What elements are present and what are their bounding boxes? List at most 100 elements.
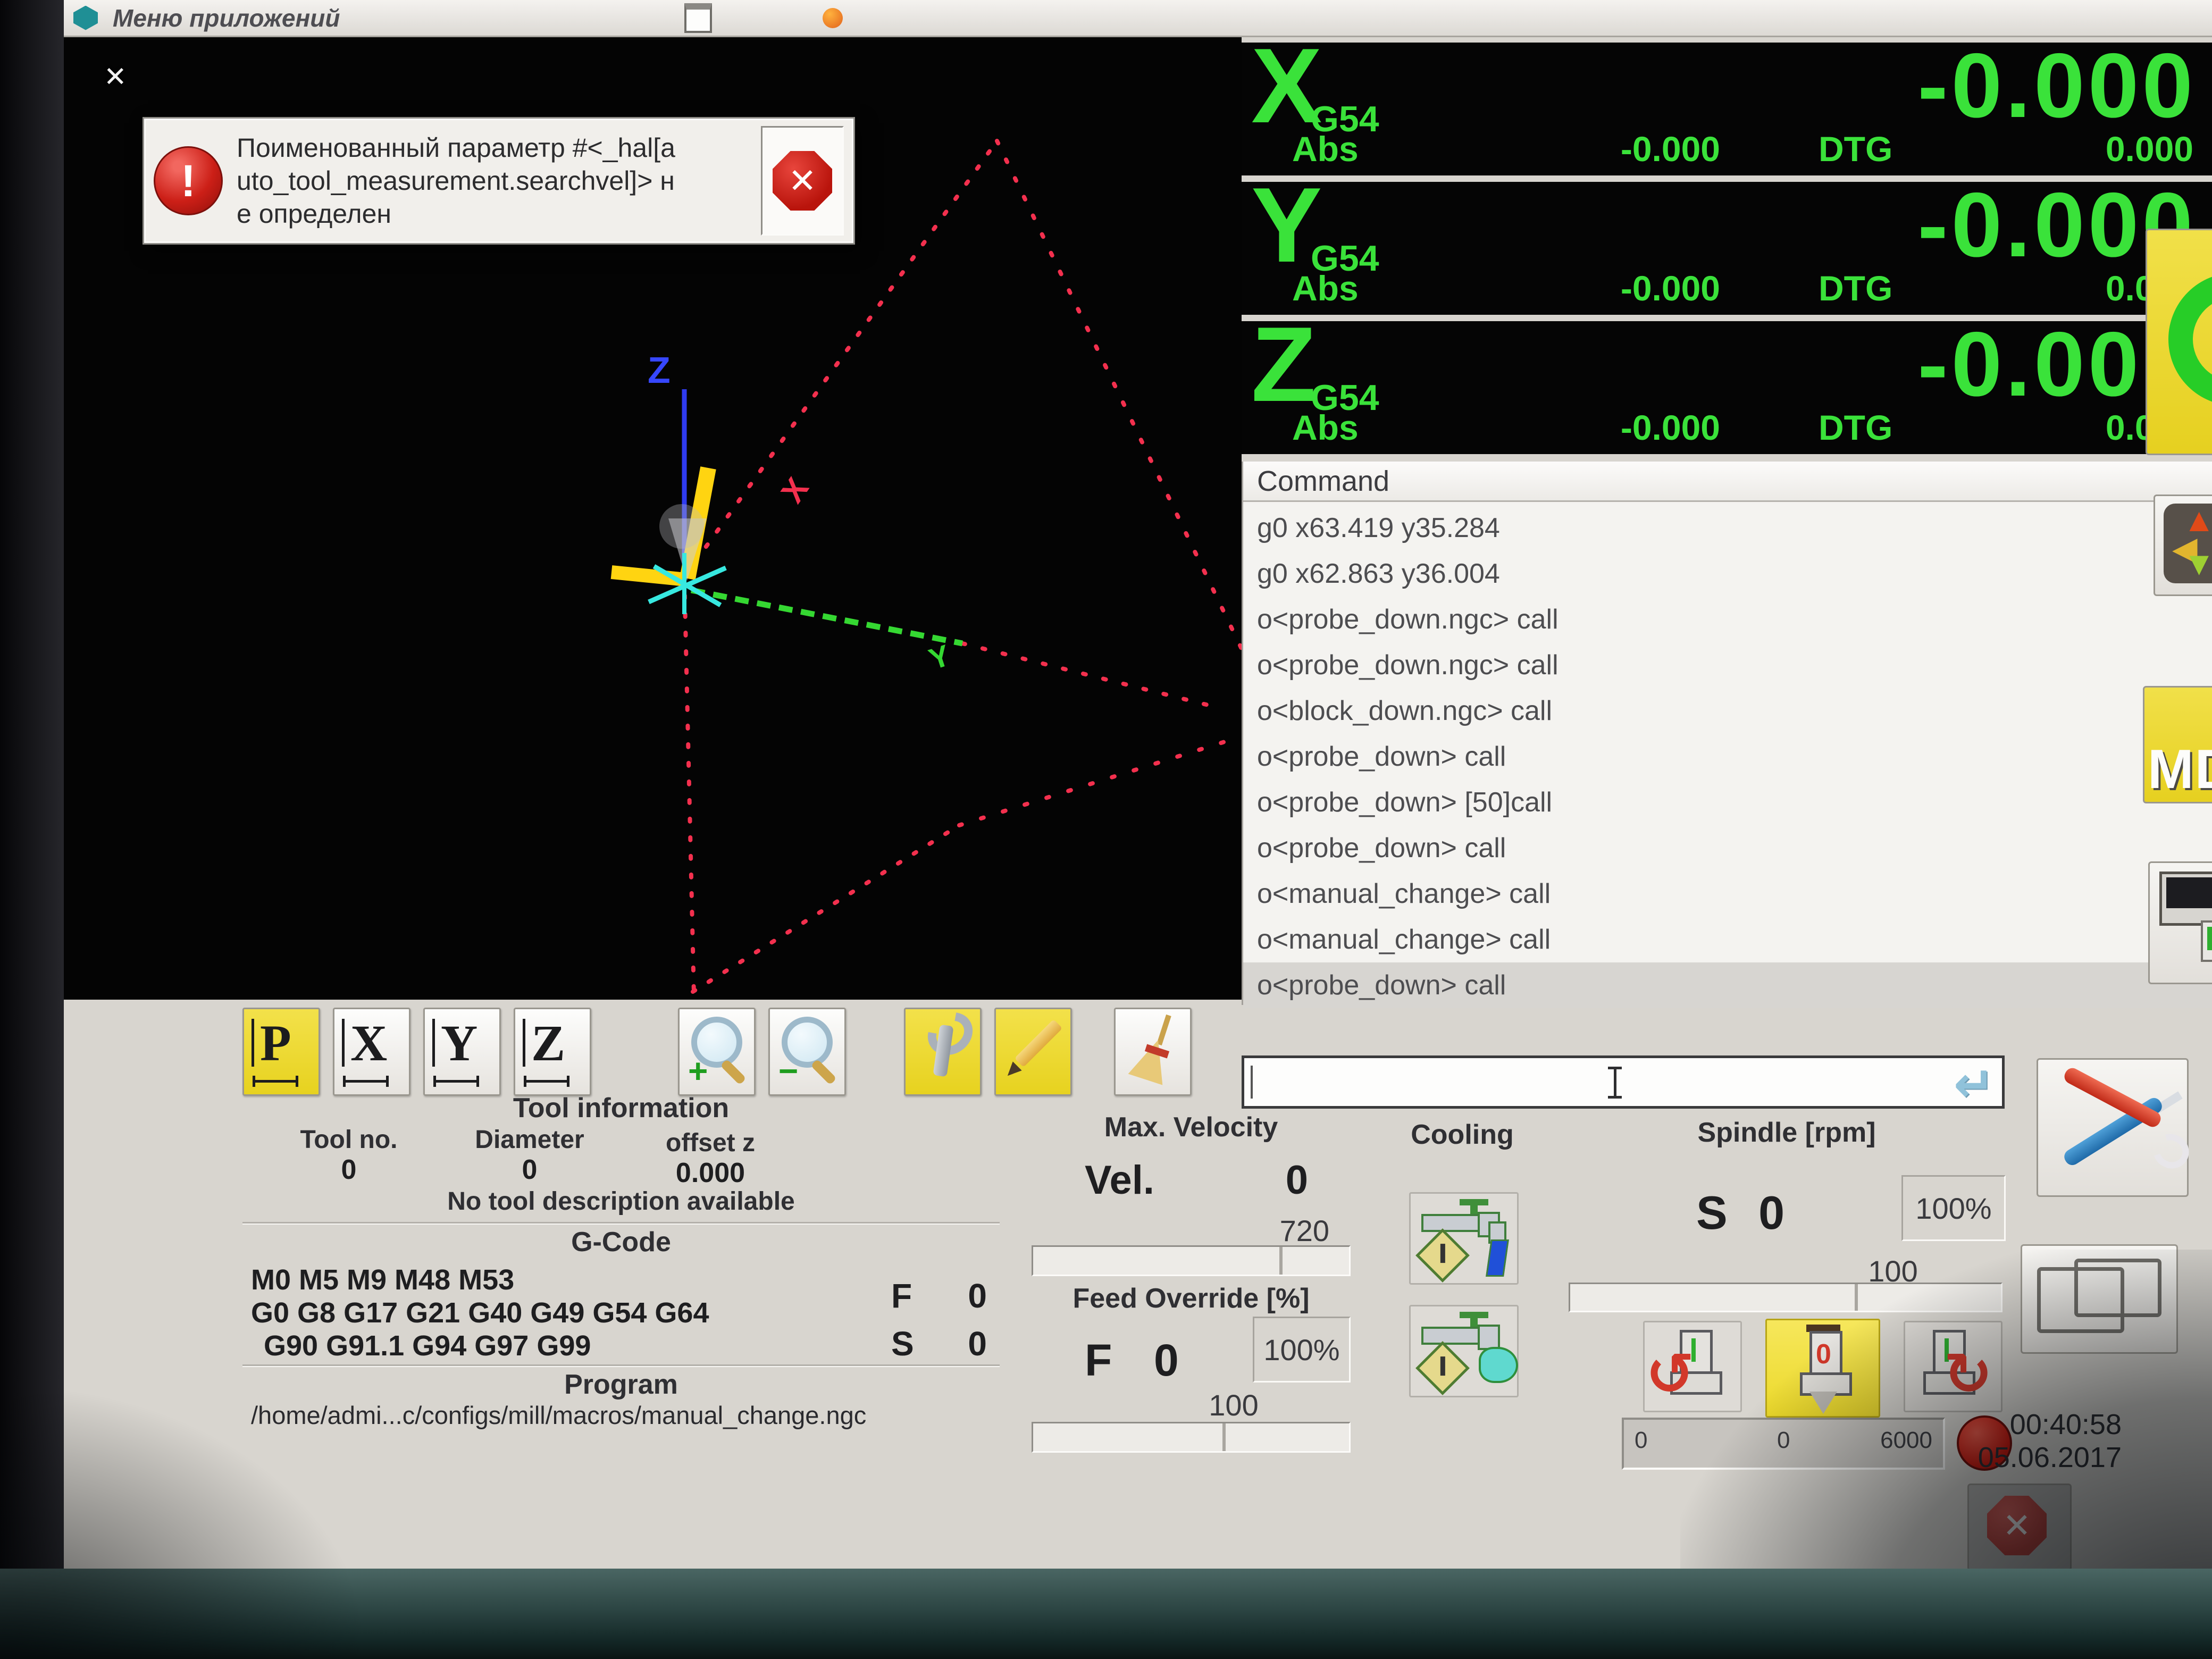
dro-row-z[interactable]: Z G54 -0.000 Abs -0.000 DTG 0.000: [1242, 321, 2212, 454]
mist-blob: [1479, 1347, 1518, 1383]
rpm-current: 0: [1777, 1427, 1790, 1454]
mdi-mode-button[interactable]: MDI: [2143, 686, 2212, 803]
view-z-button[interactable]: Z: [514, 1008, 591, 1096]
gremlin-3d-preview[interactable]: Z X Y ✕ ! Поименованный параметр #<_hal[…: [64, 37, 1242, 1000]
cooling-panel: Cooling: [1372, 1111, 1553, 1457]
dro-abs-label: Abs: [1292, 407, 1359, 448]
dro-abs-label: Abs: [1292, 268, 1359, 308]
feed-letter: F: [891, 1276, 912, 1316]
zoom-in-button[interactable]: +: [678, 1008, 756, 1096]
machine-settings-button[interactable]: ➜: [2148, 861, 2212, 984]
dro-row-x[interactable]: X G54 -0.000 Abs -0.000 DTG 0.000: [1242, 43, 2212, 175]
close-glyph: ✕: [788, 161, 817, 201]
command-history-panel[interactable]: Command g0 x63.419 y35.284 g0 x62.863 y3…: [1242, 462, 2212, 1005]
flood-coolant-button[interactable]: [1409, 1192, 1519, 1285]
command-row[interactable]: o<manual_change> call: [1243, 917, 2212, 962]
quit-button[interactable]: ✕: [1967, 1484, 2072, 1569]
speed-letter: S: [891, 1324, 914, 1363]
command-row[interactable]: o<probe_down.ngc> call: [1243, 597, 2212, 642]
mouse-cursor-icon: ✕: [104, 61, 127, 93]
settings-tools-button[interactable]: [2037, 1058, 2189, 1197]
command-row[interactable]: g0 x63.419 y35.284: [1243, 505, 2212, 551]
z-axis-label: Z: [648, 349, 671, 391]
warning-glyph: !: [181, 155, 196, 207]
time-value: 00:40:58: [1914, 1408, 2122, 1441]
max-velocity-slider[interactable]: [1032, 1245, 1351, 1276]
warning-diamond-icon: [1415, 1228, 1470, 1283]
tool-description: No tool description available: [242, 1187, 1000, 1216]
view-z-label: Z: [531, 1013, 565, 1073]
command-row[interactable]: o<probe_down.ngc> call: [1243, 642, 2212, 688]
power-ring-icon: [2168, 273, 2212, 406]
cw-arrow-icon: ↻: [1943, 1348, 1992, 1401]
view-x-button[interactable]: X: [333, 1008, 410, 1096]
spindle-percent-box: 100%: [1901, 1175, 2006, 1241]
dro-abs-value: -0.000: [1470, 407, 1720, 448]
feed-override-slider[interactable]: [1032, 1422, 1351, 1453]
dro-dtg-label: DTG: [1819, 407, 1892, 448]
command-row[interactable]: o<block_down.ngc> call: [1243, 688, 2212, 734]
view-perspective-button[interactable]: P: [242, 1008, 320, 1096]
dro-dtg-label: DTG: [1819, 129, 1892, 169]
edit-program-button[interactable]: [994, 1008, 1072, 1096]
offset-z-value: 0.000: [631, 1157, 790, 1189]
ccw-arrow-icon: ↺: [1646, 1348, 1695, 1401]
mdi-input[interactable]: [1244, 1058, 2002, 1106]
error-message-line2: uto_tool_measurement.searchvel]> н: [237, 164, 675, 197]
command-row-selected[interactable]: o<probe_down> call: [1243, 962, 2212, 1008]
command-row[interactable]: o<manual_change> call: [1243, 871, 2212, 917]
command-row[interactable]: o<probe_down> call: [1243, 734, 2212, 780]
tool-touchoff-button[interactable]: [904, 1008, 982, 1096]
error-message-line3: е определен: [237, 197, 675, 230]
close-icon: ✕: [773, 151, 832, 211]
notification-icon[interactable]: [823, 8, 843, 28]
view-x-label: X: [350, 1013, 387, 1073]
gcode-line2: G0 G8 G17 G21 G40 G49 G54 G64: [251, 1296, 709, 1329]
spindle-ccw-button[interactable]: ↺: [1643, 1321, 1742, 1412]
cooling-title: Cooling: [1372, 1119, 1553, 1151]
warning-icon: !: [154, 146, 223, 215]
desktop-menubar[interactable]: Меню приложений: [64, 0, 2212, 37]
enter-icon: ↵: [1954, 1056, 1995, 1113]
speed-readout: 0: [950, 1324, 987, 1363]
keyboard-button[interactable]: ▲ ◀ ▼ ▶ ▦: [2154, 495, 2212, 596]
machine-on-button[interactable]: [2146, 229, 2212, 455]
window-icon[interactable]: [684, 3, 712, 33]
dro-abs-value: -0.000: [1470, 268, 1720, 308]
tool-clamp-button[interactable]: [2021, 1244, 2178, 1354]
x-axis-label: X: [774, 471, 816, 509]
applications-menu-label[interactable]: Меню приложений: [113, 4, 340, 32]
offset-z-label: offset z: [631, 1128, 790, 1158]
command-row[interactable]: o<probe_down> call: [1243, 825, 2212, 871]
mdi-label: MDI: [2148, 738, 2212, 801]
command-row[interactable]: o<probe_down> [50]call: [1243, 780, 2212, 825]
max-velocity-title: Max. Velocity: [1021, 1111, 1361, 1143]
spindle-stop-button[interactable]: 0: [1765, 1319, 1880, 1418]
zoom-out-button[interactable]: −: [768, 1008, 846, 1096]
dro-row-y[interactable]: Y G54 -0.000 Abs -0.000 DTG 0.000: [1242, 182, 2212, 315]
tool-information-panel: Tool information Tool no. Diameter offse…: [242, 1090, 1000, 1430]
spindle-cw-button[interactable]: ↻: [1904, 1321, 2002, 1412]
dro-abs-value: -0.000: [1470, 129, 1720, 169]
clear-plot-button[interactable]: [1114, 1008, 1192, 1096]
spindle-override-slider[interactable]: [1569, 1283, 2002, 1312]
y-axis-label: Y: [925, 638, 954, 676]
mdi-command-entry[interactable]: ↵: [1242, 1055, 2005, 1109]
tool-no-value: 0: [274, 1154, 423, 1186]
warning-diamond-icon: [1415, 1341, 1470, 1395]
cnc-control-screen-photo: Меню приложений: [0, 0, 2212, 1659]
command-row[interactable]: g0 x62.863 y36.004: [1243, 551, 2212, 597]
diameter-label: Diameter: [455, 1125, 604, 1154]
date-value: 05.06.2017: [1914, 1441, 2122, 1474]
error-message-line1: Поименованный параметр #<_hal[a: [237, 131, 675, 164]
mist-coolant-button[interactable]: [1409, 1305, 1519, 1397]
error-message: Поименованный параметр #<_hal[a uto_tool…: [237, 131, 675, 230]
applications-menu-icon[interactable]: [73, 6, 98, 30]
dialog-close-button[interactable]: ✕: [761, 126, 844, 236]
feed-percent-value: 100%: [1263, 1333, 1339, 1367]
feed-percent-box: 100%: [1253, 1317, 1351, 1382]
clock-display: 00:40:58 05.06.2017: [1914, 1408, 2122, 1474]
view-y-button[interactable]: Y: [423, 1008, 501, 1096]
spindle-percent-value: 100%: [1915, 1191, 1991, 1226]
dro-dtg-label: DTG: [1819, 268, 1892, 308]
